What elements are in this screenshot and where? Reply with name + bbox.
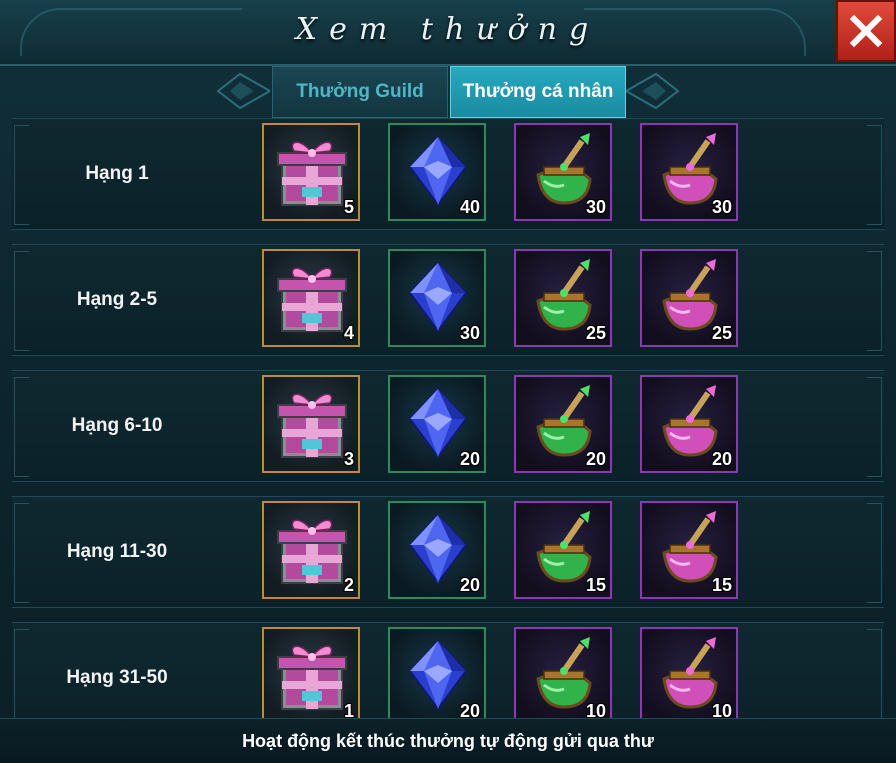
item-quantity: 40 xyxy=(459,197,480,217)
reward-item-slot[interactable]: 25 xyxy=(514,249,612,347)
tab-ornament-left-icon xyxy=(216,72,270,110)
item-quantity: 1 xyxy=(343,701,354,718)
rank-label: Hạng 6-10 xyxy=(71,415,163,436)
rank-label: Hạng 1 xyxy=(85,163,149,184)
item-quantity: 2 xyxy=(343,575,354,595)
tab-personal-reward[interactable]: Thưởng cá nhân xyxy=(450,66,626,118)
reward-item-slot[interactable]: 20 xyxy=(388,375,486,473)
gift-chest-icon xyxy=(272,383,352,463)
reward-tabs: Thưởng Guild Thưởng cá nhân xyxy=(272,66,628,118)
gift-chest-icon xyxy=(272,257,352,337)
tab-ornament-right-icon xyxy=(626,72,680,110)
item-quantity: 30 xyxy=(585,197,606,217)
reward-item-slot[interactable]: 10 xyxy=(640,627,738,718)
reward-item-slot[interactable]: 20 xyxy=(514,375,612,473)
item-quantity: 15 xyxy=(585,575,606,595)
window-header: Xem thưởng xyxy=(0,0,896,66)
reward-row: Hạng 31-50 1 20 10 10 xyxy=(12,622,884,718)
close-button[interactable] xyxy=(836,0,896,62)
rank-label: Hạng 2-5 xyxy=(76,289,158,310)
item-quantity: 20 xyxy=(459,575,480,595)
reward-item-slot[interactable]: 4 xyxy=(262,249,360,347)
item-quantity: 20 xyxy=(459,701,480,718)
reward-window: Xem thưởng Thưởng Guild Thưởng cá nhân H… xyxy=(0,0,896,763)
reward-item-slot[interactable]: 1 xyxy=(262,627,360,718)
item-quantity: 15 xyxy=(711,575,732,595)
close-icon xyxy=(849,14,883,48)
tab-guild-reward[interactable]: Thưởng Guild xyxy=(272,66,448,118)
gift-chest-icon xyxy=(272,509,352,589)
reward-item-slot[interactable]: 15 xyxy=(640,501,738,599)
reward-item-slot[interactable]: 25 xyxy=(640,249,738,347)
item-quantity: 10 xyxy=(711,701,732,718)
reward-item-slot[interactable]: 2 xyxy=(262,501,360,599)
item-quantity: 10 xyxy=(585,701,606,718)
reward-item-slot[interactable]: 10 xyxy=(514,627,612,718)
reward-item-slot[interactable]: 20 xyxy=(640,375,738,473)
reward-item-slot[interactable]: 15 xyxy=(514,501,612,599)
item-quantity: 5 xyxy=(343,197,354,217)
gift-chest-icon xyxy=(272,635,352,715)
item-quantity: 25 xyxy=(711,323,732,343)
item-quantity: 20 xyxy=(585,449,606,469)
reward-item-slot[interactable]: 30 xyxy=(640,123,738,221)
reward-item-slot[interactable]: 5 xyxy=(262,123,360,221)
gift-chest-icon xyxy=(272,131,352,211)
reward-item-slot[interactable]: 3 xyxy=(262,375,360,473)
item-quantity: 4 xyxy=(343,323,354,343)
reward-item-slot[interactable]: 20 xyxy=(388,501,486,599)
reward-item-slot[interactable]: 30 xyxy=(514,123,612,221)
reward-row: Hạng 11-30 2 20 15 15 xyxy=(12,496,884,608)
reward-row: Hạng 2-5 4 30 25 25 xyxy=(12,244,884,356)
reward-item-slot[interactable]: 20 xyxy=(388,627,486,718)
item-quantity: 30 xyxy=(459,323,480,343)
item-quantity: 3 xyxy=(343,449,354,469)
rank-label: Hạng 11-30 xyxy=(66,541,168,562)
reward-item-slot[interactable]: 30 xyxy=(388,249,486,347)
reward-row: Hạng 1 5 40 30 30 xyxy=(12,118,884,230)
item-quantity: 30 xyxy=(711,197,732,217)
footer-note: Hoạt động kết thúc thưởng tự động gửi qu… xyxy=(0,718,896,763)
rank-label: Hạng 31-50 xyxy=(66,667,168,688)
reward-row: Hạng 6-10 3 20 20 20 xyxy=(12,370,884,482)
item-quantity: 20 xyxy=(711,449,732,469)
item-quantity: 20 xyxy=(459,449,480,469)
reward-list[interactable]: Hạng 1 5 40 30 30 Hạng 2-5 4 30 25 25 Hạng 6-10 3 20… xyxy=(12,118,884,718)
item-quantity: 25 xyxy=(585,323,606,343)
window-title: Xem thưởng xyxy=(295,12,601,47)
reward-item-slot[interactable]: 40 xyxy=(388,123,486,221)
